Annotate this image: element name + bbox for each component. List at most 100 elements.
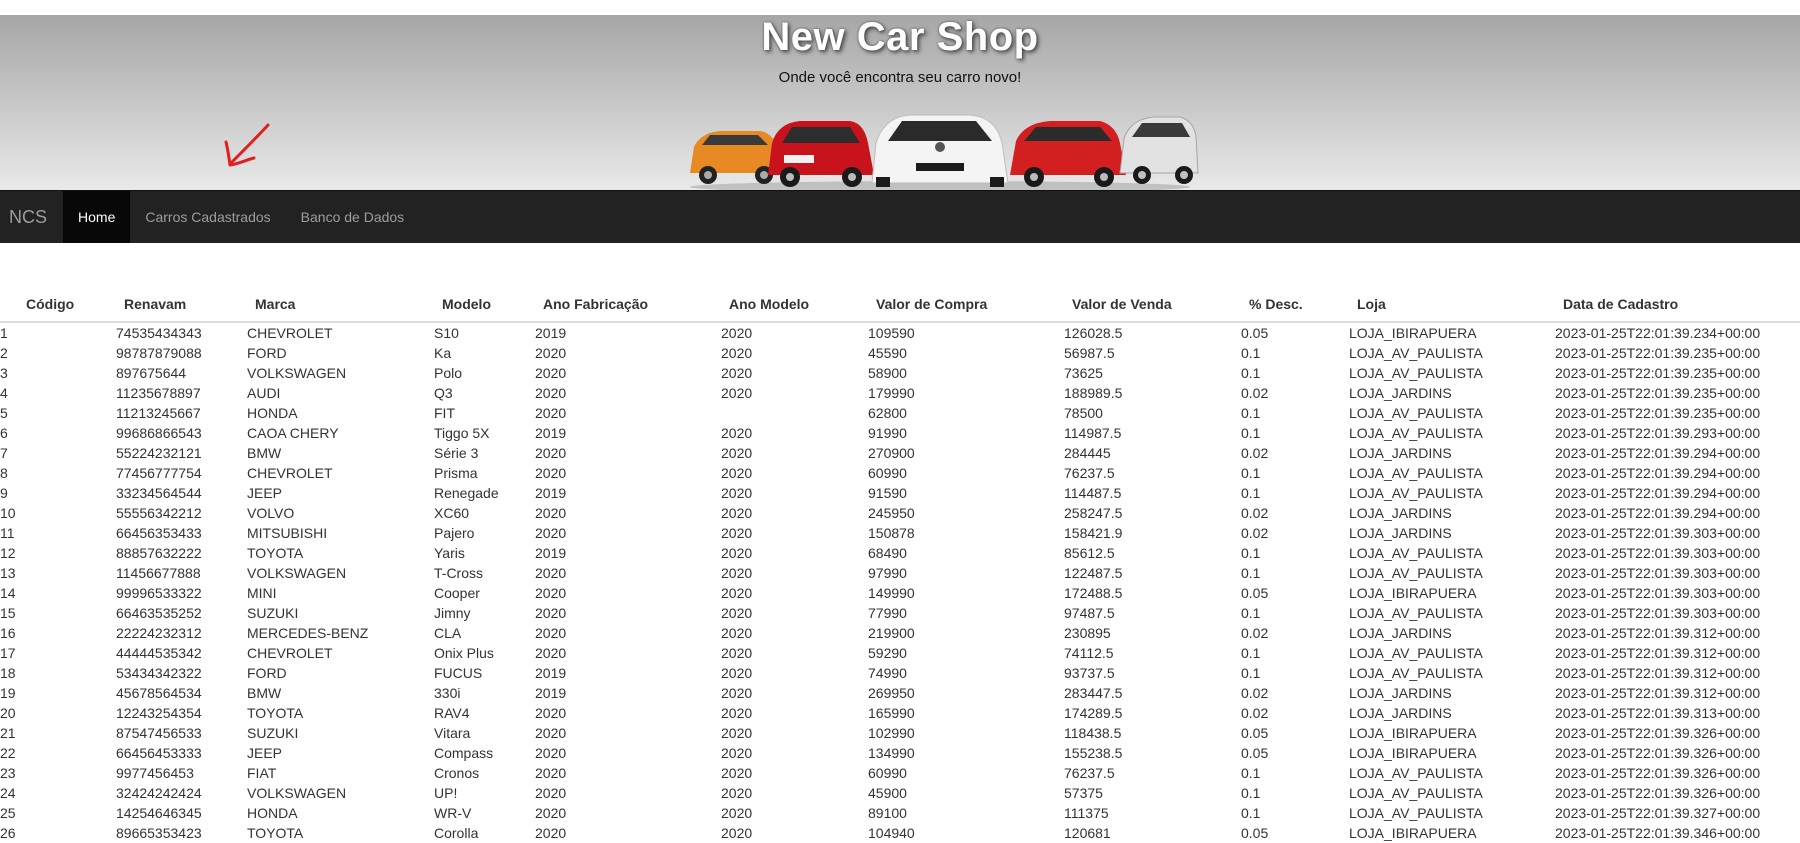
table-row: 19 45678564534 BMW 330i 2019 2020 269950 283447… bbox=[0, 683, 1800, 703]
table-cell: LOJA_JARDINS bbox=[1349, 445, 1452, 461]
table-cell: LOJA_AV_PAULISTA bbox=[1349, 405, 1483, 421]
table-cell: 2020 bbox=[535, 585, 567, 601]
table-cell: 11235678897 bbox=[116, 385, 201, 401]
nav-item-home[interactable]: Home bbox=[63, 191, 131, 243]
table-cell: 44444535342 bbox=[116, 645, 202, 661]
table-cell: 155238.5 bbox=[1064, 745, 1123, 761]
table-row: 1 74535434343 CHEVROLET S10 2019 2020 109590 12… bbox=[0, 322, 1800, 343]
table-cell: 2023-01-25T22:01:39.346+00:00 bbox=[1555, 825, 1761, 841]
table-cell: 59290 bbox=[868, 645, 907, 661]
table-cell: LOJA_IBIRAPUERA bbox=[1349, 585, 1477, 601]
table-cell: 0.05 bbox=[1241, 585, 1269, 601]
table-cell: RAV4 bbox=[434, 705, 470, 721]
table-cell: BMW bbox=[247, 445, 282, 461]
table-cell: 2020 bbox=[535, 405, 567, 421]
table-body: 1 74535434343 CHEVROLET S10 2019 2020 109590 12… bbox=[0, 322, 1800, 843]
table-cell: 2020 bbox=[535, 785, 567, 801]
table-row: 26 89665353423 TOYOTA Corolla 2020 2020 104940… bbox=[0, 823, 1800, 843]
table-row: 10 55556342212 VOLVO XC60 2020 2020 245950 2582… bbox=[0, 503, 1800, 523]
table-cell: 258247.5 bbox=[1064, 505, 1123, 521]
table-cell: 53434342322 bbox=[116, 665, 202, 681]
nav-item-carros-cadastrados[interactable]: Carros Cadastrados bbox=[130, 191, 285, 243]
table-cell: CLA bbox=[434, 625, 462, 641]
table-cell: 9 bbox=[0, 485, 8, 501]
table-cell: 11456677888 bbox=[116, 565, 201, 581]
table-cell: 66463535252 bbox=[116, 605, 202, 621]
table-cell: 2020 bbox=[721, 365, 753, 381]
table-cell: MERCEDES-BENZ bbox=[247, 625, 369, 641]
cars-table: Código Renavam Marca Modelo Ano Fabricação An… bbox=[0, 287, 1800, 843]
table-cell: 2020 bbox=[535, 505, 567, 521]
table-cell: 2020 bbox=[721, 425, 753, 441]
table-cell: VOLVO bbox=[247, 505, 295, 521]
table-cell: LOJA_AV_PAULISTA bbox=[1349, 805, 1483, 821]
table-row: 8 77456777754 CHEVROLET Prisma 2020 2020 60990… bbox=[0, 463, 1800, 483]
table-cell: 2023-01-25T22:01:39.327+00:00 bbox=[1555, 805, 1761, 821]
table-cell: Série 3 bbox=[434, 445, 479, 461]
table-cell: WR-V bbox=[434, 805, 472, 821]
table-cell: 0.05 bbox=[1241, 325, 1269, 341]
table-cell: SUZUKI bbox=[247, 725, 299, 741]
column-header: Data de Cadastro bbox=[1537, 287, 1800, 323]
table-cell: 2020 bbox=[535, 625, 567, 641]
table-cell: 0.1 bbox=[1241, 345, 1261, 361]
table-row: 22 66456453333 JEEP Compass 2020 2020 134990 15… bbox=[0, 743, 1800, 763]
table-cell: 0.1 bbox=[1241, 805, 1261, 821]
navbar-brand[interactable]: NCS bbox=[0, 191, 63, 243]
table-cell: 104940 bbox=[868, 825, 915, 841]
table-cell: 172488.5 bbox=[1064, 585, 1123, 601]
table-cell: 2020 bbox=[535, 345, 567, 361]
table-cell: 0.1 bbox=[1241, 765, 1261, 781]
table-cell: VOLKSWAGEN bbox=[247, 565, 347, 581]
table-cell: 99996533322 bbox=[116, 585, 202, 601]
table-cell: 2023-01-25T22:01:39.235+00:00 bbox=[1555, 365, 1761, 381]
table-cell: 158421.9 bbox=[1064, 525, 1123, 541]
table-cell: 2019 bbox=[535, 665, 567, 681]
table-cell: Corolla bbox=[434, 825, 479, 841]
table-cell: 74112.5 bbox=[1064, 645, 1114, 661]
site-title: New Car Shop bbox=[761, 15, 1039, 59]
table-row: 21 87547456533 SUZUKI Vitara 2020 2020 102990 1… bbox=[0, 723, 1800, 743]
table-cell: 8 bbox=[0, 465, 8, 481]
table-cell: 2020 bbox=[721, 805, 753, 821]
table-cell: 0.1 bbox=[1241, 545, 1261, 561]
table-cell: 2020 bbox=[535, 705, 567, 721]
table-cell: 2020 bbox=[721, 485, 753, 501]
table-cell: VOLKSWAGEN bbox=[247, 365, 347, 381]
table-cell: 74535434343 bbox=[116, 325, 202, 341]
table-cell: 2020 bbox=[721, 605, 753, 621]
table-cell: 91990 bbox=[868, 425, 907, 441]
table-cell: LOJA_JARDINS bbox=[1349, 625, 1452, 641]
table-cell: 45590 bbox=[868, 345, 907, 361]
nav-item-banco-de-dados[interactable]: Banco de Dados bbox=[286, 191, 420, 243]
table-cell: 174289.5 bbox=[1064, 705, 1123, 721]
table-cell: 60990 bbox=[868, 465, 907, 481]
table-cell: 0.1 bbox=[1241, 405, 1261, 421]
table-cell: 15 bbox=[0, 605, 16, 621]
table-cell: 1 bbox=[0, 325, 8, 341]
table-cell: 2020 bbox=[721, 565, 753, 581]
cars-table-container: Código Renavam Marca Modelo Ano Fabricação An… bbox=[0, 287, 1800, 843]
table-cell: LOJA_JARDINS bbox=[1349, 685, 1452, 701]
navbar: NCS Home Carros Cadastrados Banco de Dad… bbox=[0, 190, 1800, 243]
table-cell: 98787879088 bbox=[116, 345, 202, 361]
table-cell: Pajero bbox=[434, 525, 475, 541]
table-cell: 23 bbox=[0, 765, 16, 781]
table-cell: 55556342212 bbox=[116, 505, 202, 521]
car-lineup-image bbox=[690, 114, 1199, 190]
table-cell: 126028.5 bbox=[1064, 325, 1123, 341]
table-cell: 77990 bbox=[868, 605, 907, 621]
column-header: Valor de Venda bbox=[1046, 287, 1223, 323]
table-cell: TOYOTA bbox=[247, 545, 304, 561]
table-cell: 0.1 bbox=[1241, 465, 1261, 481]
table-cell: 2023-01-25T22:01:39.303+00:00 bbox=[1555, 565, 1761, 581]
table-cell: MITSUBISHI bbox=[247, 525, 328, 541]
table-cell: 0.02 bbox=[1241, 705, 1269, 721]
table-cell: HONDA bbox=[247, 405, 298, 421]
table-cell: 219900 bbox=[868, 625, 915, 641]
table-cell: JEEP bbox=[247, 745, 283, 761]
table-cell: 2020 bbox=[721, 725, 753, 741]
table-cell: LOJA_AV_PAULISTA bbox=[1349, 605, 1483, 621]
table-cell: 21 bbox=[0, 725, 16, 741]
table-cell: 2019 bbox=[535, 425, 567, 441]
